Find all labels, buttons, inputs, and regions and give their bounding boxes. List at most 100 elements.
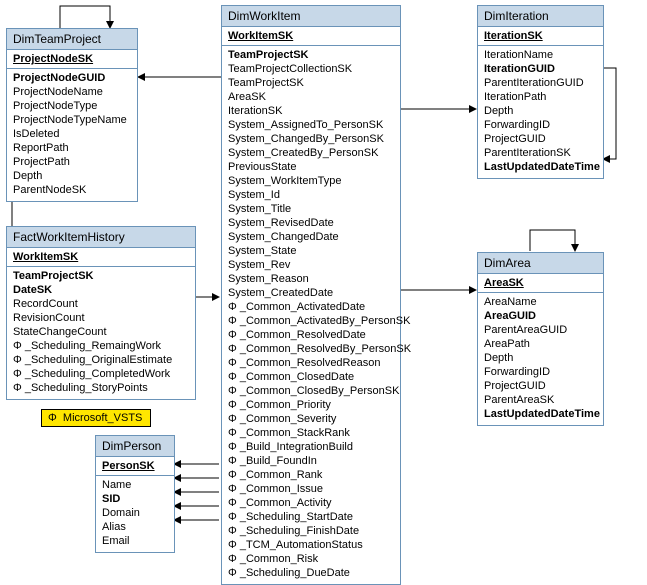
field: ProjectNodeType xyxy=(13,99,131,113)
field: System_RevisedDate xyxy=(228,216,394,230)
table-title: DimWorkItem xyxy=(222,6,400,27)
field: Φ _Common_StackRank xyxy=(228,426,394,440)
field-list: IterationNameIterationGUIDParentIteratio… xyxy=(478,46,603,178)
field: System_CreatedDate xyxy=(228,286,394,300)
field: Φ _Common_Activity xyxy=(228,496,394,510)
field: Φ _Common_ActivatedBy_PersonSK xyxy=(228,314,394,328)
field: ParentIterationSK xyxy=(484,146,597,160)
field: System_State xyxy=(228,244,394,258)
legend-text: Microsoft_VSTS xyxy=(63,412,142,424)
table-dimiteration: DimIteration IterationSK IterationNameIt… xyxy=(477,5,604,179)
field-list: AreaNameAreaGUIDParentAreaGUIDAreaPathDe… xyxy=(478,293,603,425)
field: Φ _Scheduling_RemaingWork xyxy=(13,339,189,353)
field: Φ _Scheduling_OriginalEstimate xyxy=(13,353,189,367)
field: Depth xyxy=(484,351,597,365)
field: ParentNodeSK xyxy=(13,183,131,197)
field: Domain xyxy=(102,506,168,520)
field: ProjectPath xyxy=(13,155,131,169)
field: ReportPath xyxy=(13,141,131,155)
field: Φ _Common_Rank xyxy=(228,468,394,482)
field: ForwardingID xyxy=(484,365,597,379)
field: System_Rev xyxy=(228,258,394,272)
field: ParentAreaGUID xyxy=(484,323,597,337)
table-title: DimArea xyxy=(478,253,603,274)
field: AreaGUID xyxy=(484,309,597,323)
field: System_CreatedBy_PersonSK xyxy=(228,146,394,160)
field: IterationPath xyxy=(484,90,597,104)
field: AreaName xyxy=(484,295,597,309)
field-list: TeamProjectSKDateSKRecordCountRevisionCo… xyxy=(7,267,195,399)
field-list: TeamProjectSKTeamProjectCollectionSKTeam… xyxy=(222,46,400,584)
field: ProjectGUID xyxy=(484,379,597,393)
table-dimarea: DimArea AreaSK AreaNameAreaGUIDParentAre… xyxy=(477,252,604,426)
field: ParentIterationGUID xyxy=(484,76,597,90)
field: LastUpdatedDateTime xyxy=(484,160,597,174)
primary-key: ProjectNodeSK xyxy=(7,50,137,69)
field: Φ _Build_FoundIn xyxy=(228,454,394,468)
field: Φ _Scheduling_DueDate xyxy=(228,566,394,580)
field: Depth xyxy=(13,169,131,183)
field: Φ _Scheduling_CompletedWork xyxy=(13,367,189,381)
field: ForwardingID xyxy=(484,118,597,132)
field: ProjectNodeGUID xyxy=(13,71,131,85)
phi-icon: Φ xyxy=(48,412,57,424)
field: TeamProjectSK xyxy=(13,269,189,283)
field: Φ _Common_Priority xyxy=(228,398,394,412)
field: StateChangeCount xyxy=(13,325,189,339)
field: Φ _Common_Issue xyxy=(228,482,394,496)
field: System_Title xyxy=(228,202,394,216)
field: RevisionCount xyxy=(13,311,189,325)
field: LastUpdatedDateTime xyxy=(484,407,597,421)
field: System_ChangedBy_PersonSK xyxy=(228,132,394,146)
table-title: FactWorkItemHistory xyxy=(7,227,195,248)
field: Φ _Common_ResolvedDate xyxy=(228,328,394,342)
table-title: DimTeamProject xyxy=(7,29,137,50)
table-title: DimPerson xyxy=(96,436,174,457)
table-dimworkitem: DimWorkItem WorkItemSK TeamProjectSKTeam… xyxy=(221,5,401,585)
field: SID xyxy=(102,492,168,506)
field: ProjectNodeName xyxy=(13,85,131,99)
field: AreaSK xyxy=(228,90,394,104)
table-dimteamproject: DimTeamProject ProjectNodeSK ProjectNode… xyxy=(6,28,138,202)
table-factworkitemhistory: FactWorkItemHistory WorkItemSK TeamProje… xyxy=(6,226,196,400)
primary-key: WorkItemSK xyxy=(7,248,195,267)
field: PreviousState xyxy=(228,160,394,174)
field: Φ _Scheduling_FinishDate xyxy=(228,524,394,538)
field: IterationName xyxy=(484,48,597,62)
primary-key: AreaSK xyxy=(478,274,603,293)
field: System_ChangedDate xyxy=(228,230,394,244)
primary-key: IterationSK xyxy=(478,27,603,46)
field: ParentAreaSK xyxy=(484,393,597,407)
legend-microsoft-vsts: Φ Microsoft_VSTS xyxy=(41,409,151,427)
field: ProjectGUID xyxy=(484,132,597,146)
field: TeamProjectSK xyxy=(228,76,394,90)
primary-key: WorkItemSK xyxy=(222,27,400,46)
field: Φ _Common_ResolvedBy_PersonSK xyxy=(228,342,394,356)
field: DateSK xyxy=(13,283,189,297)
field: Φ _TCM_AutomationStatus xyxy=(228,538,394,552)
field: RecordCount xyxy=(13,297,189,311)
field: Φ _Common_Severity xyxy=(228,412,394,426)
field: IterationSK xyxy=(228,104,394,118)
field: Φ _Scheduling_StartDate xyxy=(228,510,394,524)
field-list: NameSIDDomainAliasEmail xyxy=(96,476,174,552)
field: System_WorkItemType xyxy=(228,174,394,188)
table-title: DimIteration xyxy=(478,6,603,27)
field: IterationGUID xyxy=(484,62,597,76)
field: Φ _Common_ResolvedReason xyxy=(228,356,394,370)
field: Φ _Common_ClosedDate xyxy=(228,370,394,384)
field: Φ _Common_ActivatedDate xyxy=(228,300,394,314)
field: System_AssignedTo_PersonSK xyxy=(228,118,394,132)
field: Email xyxy=(102,534,168,548)
primary-key: PersonSK xyxy=(96,457,174,476)
field: Φ _Common_Risk xyxy=(228,552,394,566)
field: ProjectNodeTypeName xyxy=(13,113,131,127)
field: Φ _Scheduling_StoryPoints xyxy=(13,381,189,395)
field-list: ProjectNodeGUIDProjectNodeNameProjectNod… xyxy=(7,69,137,201)
field: AreaPath xyxy=(484,337,597,351)
field: Alias xyxy=(102,520,168,534)
field: IsDeleted xyxy=(13,127,131,141)
field: Φ _Build_IntegrationBuild xyxy=(228,440,394,454)
field: Name xyxy=(102,478,168,492)
field: TeamProjectSK xyxy=(228,48,394,62)
